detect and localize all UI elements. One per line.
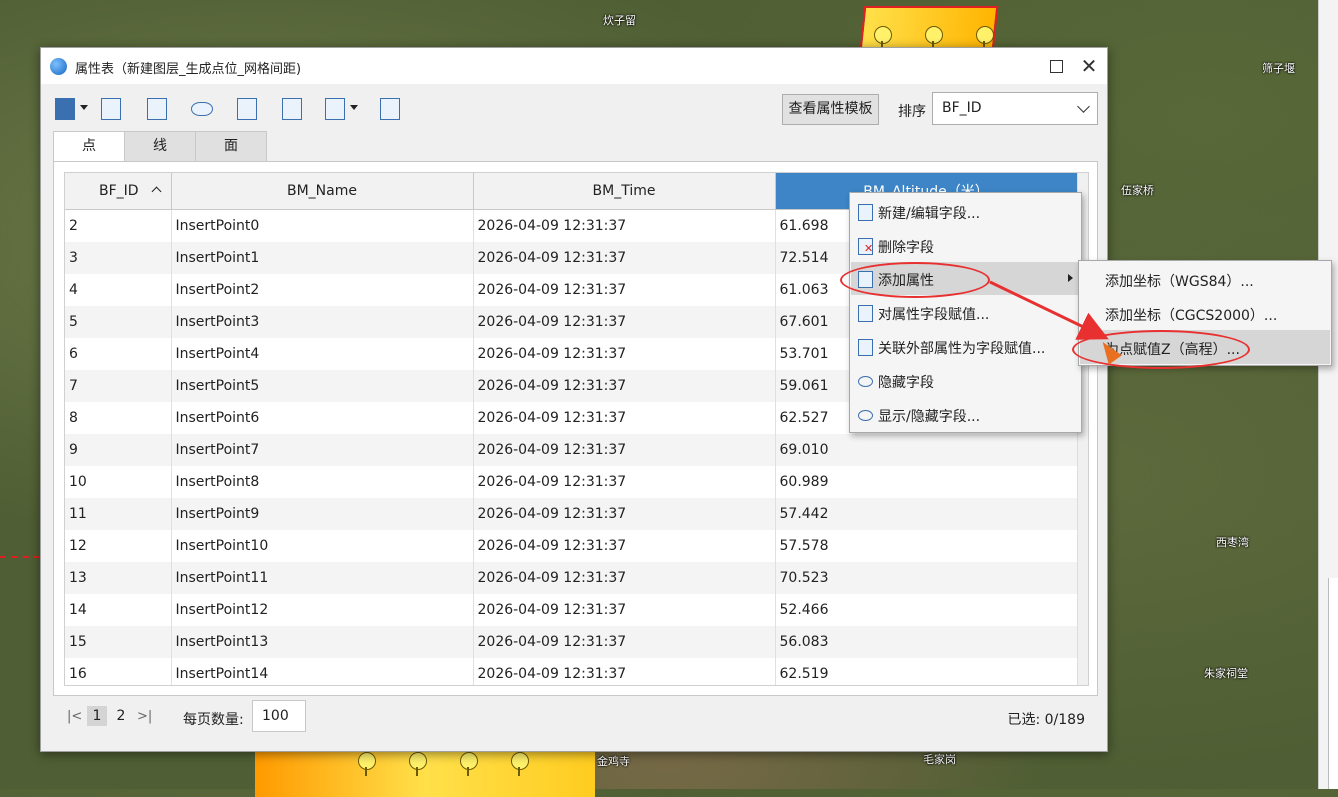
annotation-arrow [989,280,1109,340]
